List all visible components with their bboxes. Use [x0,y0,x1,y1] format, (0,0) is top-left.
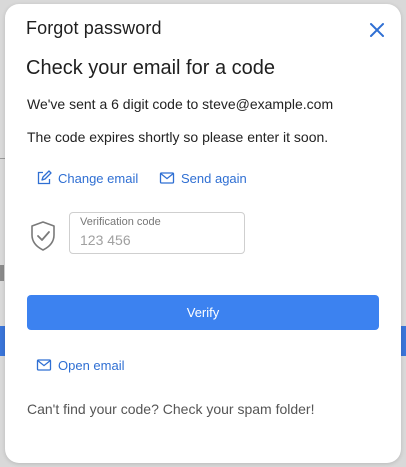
page-heading: Check your email for a code [26,57,276,79]
close-button[interactable] [367,20,387,40]
verification-code-field[interactable]: Verification code [69,212,245,254]
open-email-label: Open email [58,357,125,373]
backdrop-edge [0,265,4,281]
verification-code-input[interactable] [80,232,230,248]
code-sent-message: We've sent a 6 digit code to steve@examp… [27,96,334,112]
shield-check-icon [29,220,57,252]
forgot-password-dialog: Forgot password Check your email for a c… [5,4,401,463]
mail-icon [159,172,175,184]
mail-icon [36,359,52,371]
open-email-link[interactable]: Open email [36,357,124,373]
spam-folder-hint: Can't find your code? Check your spam fo… [27,401,315,417]
dialog-title: Forgot password [26,18,162,38]
change-email-link[interactable]: Change email [36,170,138,186]
edit-icon [37,170,52,185]
send-again-link[interactable]: Send again [159,170,247,186]
verification-code-label: Verification code [80,216,161,228]
change-email-label: Change email [58,170,139,186]
verify-button[interactable]: Verify [27,295,379,330]
code-expiry-message: The code expires shortly so please enter… [27,129,329,145]
close-icon [370,23,384,37]
send-again-label: Send again [181,170,247,186]
